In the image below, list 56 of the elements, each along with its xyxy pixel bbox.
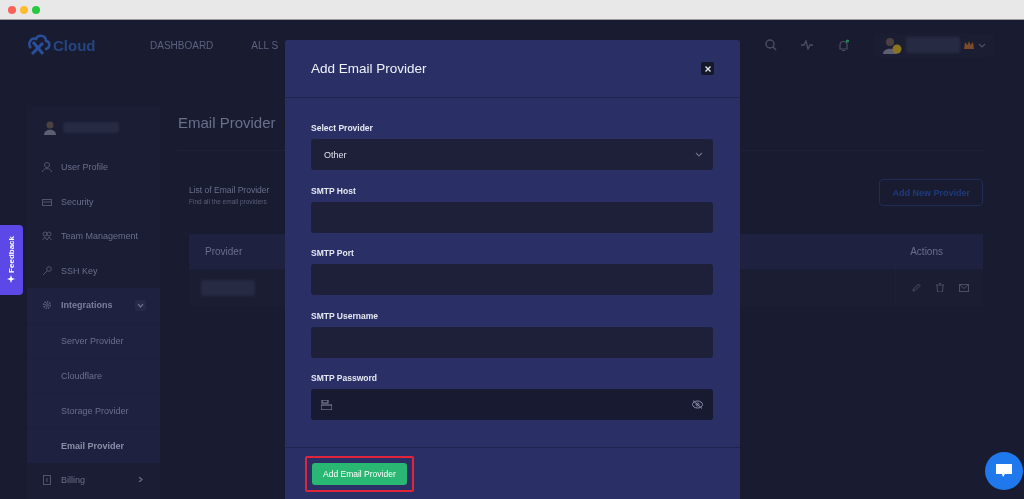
field-label: SMTP Host	[311, 185, 357, 197]
chat-button[interactable]	[985, 452, 1023, 490]
logo-icon	[27, 34, 51, 56]
crown-icon	[964, 41, 974, 49]
field-label: SMTP Username	[311, 310, 379, 322]
field-label: SMTP Password	[311, 373, 378, 384]
sidebar-item[interactable]: Security	[27, 184, 160, 219]
password-field[interactable]	[311, 389, 713, 420]
column-header: Provider	[205, 246, 243, 257]
sidebar-subitem[interactable]: Server Provider	[27, 322, 160, 358]
zoom-light[interactable]	[32, 5, 40, 14]
people-icon	[42, 231, 52, 242]
list-title: List of Email Provider	[189, 185, 270, 195]
nav-link[interactable]: ALL S	[251, 39, 279, 51]
chevron-down-icon	[978, 42, 986, 48]
select-field[interactable]: Other	[311, 139, 713, 170]
bell-icon[interactable]	[837, 38, 850, 52]
modal-title: Add Email Provider	[311, 61, 427, 76]
feedback-tab[interactable]: Feedback	[0, 225, 23, 295]
sidebar-subitem[interactable]: Storage Provider	[27, 392, 160, 428]
pencil-icon[interactable]	[912, 283, 921, 292]
sidebar-item[interactable]: Integrations	[27, 288, 160, 323]
mail-icon[interactable]	[959, 283, 969, 292]
close-light[interactable]	[8, 5, 16, 14]
chevron-down-icon	[695, 152, 703, 157]
logo-text: Cloud	[53, 36, 96, 54]
gear-icon	[42, 300, 52, 311]
column-header: Actions	[910, 246, 943, 257]
sidebar-item[interactable]: Billing	[27, 462, 160, 497]
card-icon	[42, 196, 52, 207]
sidebar-item[interactable]: Team Management	[27, 219, 160, 254]
input-field[interactable]	[311, 326, 713, 358]
person-icon	[42, 162, 52, 173]
sidebar-item[interactable]: User Profile	[27, 150, 160, 185]
sidebar-subitem[interactable]: Email Provider	[27, 427, 160, 463]
avatar-icon	[882, 36, 902, 54]
eye-off-icon[interactable]	[692, 400, 703, 409]
nav-link[interactable]: DASHBOARD	[150, 39, 214, 51]
trash-icon[interactable]	[936, 283, 944, 292]
search-icon[interactable]	[765, 39, 777, 51]
activity-icon[interactable]	[801, 40, 813, 50]
key-grid-icon	[321, 399, 332, 410]
key-icon	[42, 265, 52, 276]
document-icon	[42, 474, 52, 485]
chevron-down-icon[interactable]	[135, 299, 146, 311]
field-label: Select Provider	[311, 123, 374, 134]
sparkle-icon	[7, 275, 16, 285]
sidebar-item[interactable]: SSH Key	[27, 253, 160, 288]
field-label: SMTP Port	[311, 248, 355, 259]
sidebar-subitem[interactable]: Cloudflare	[27, 357, 160, 393]
minimize-light[interactable]	[20, 5, 28, 14]
chat-bubble-icon	[996, 464, 1012, 478]
input-field[interactable]	[311, 264, 713, 295]
submit-button[interactable]: Add Email Provider	[312, 463, 407, 485]
input-field[interactable]	[311, 201, 713, 233]
avatar-icon	[43, 120, 57, 135]
